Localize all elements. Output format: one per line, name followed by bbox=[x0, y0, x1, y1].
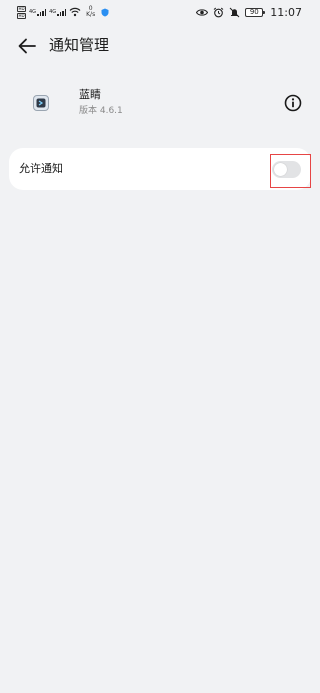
info-circle-icon bbox=[284, 94, 302, 112]
signal-bars-icon bbox=[57, 8, 67, 16]
alarm-icon bbox=[213, 7, 224, 17]
network-type: 4G bbox=[49, 8, 57, 15]
signal-group-1: 4G bbox=[29, 8, 47, 16]
status-bar-right: 90 11:07 bbox=[196, 4, 302, 20]
sim-card-icon: HD bbox=[17, 5, 26, 12]
arrow-left-icon bbox=[18, 38, 36, 54]
app-name: 蓝睛 bbox=[79, 88, 101, 101]
network-type: 4G bbox=[29, 8, 37, 15]
page-title: 通知管理 bbox=[49, 36, 110, 54]
back-button[interactable] bbox=[14, 33, 40, 59]
app-icon bbox=[33, 95, 49, 111]
status-bar-left: HD HD 4G 4G 0 K/s bbox=[17, 3, 109, 21]
status-time: 11:07 bbox=[270, 5, 302, 19]
signal-bars-icon bbox=[37, 8, 47, 16]
eye-icon bbox=[196, 8, 209, 16]
status-bar: HD HD 4G 4G 0 K/s 90 11:07 bbox=[0, 0, 320, 26]
network-speed: 0 K/s bbox=[86, 5, 96, 18]
sim-card-icon: HD bbox=[17, 12, 26, 19]
signal-group-2: 4G bbox=[49, 8, 67, 16]
allow-notifications-card: 允许通知 bbox=[9, 148, 311, 190]
app-info-button[interactable] bbox=[284, 94, 302, 112]
allow-notifications-toggle[interactable] bbox=[272, 161, 301, 178]
sim-cards: HD HD bbox=[17, 5, 26, 19]
shield-icon bbox=[101, 8, 109, 16]
battery-icon: 90 bbox=[245, 7, 266, 17]
mute-bell-icon bbox=[229, 7, 240, 17]
app-info: 蓝睛 版本 4.6.1 bbox=[0, 84, 320, 124]
app-version: 版本 4.6.1 bbox=[79, 106, 123, 116]
header: 通知管理 bbox=[0, 30, 320, 62]
allow-notifications-label: 允许通知 bbox=[19, 162, 63, 175]
toggle-knob bbox=[274, 163, 287, 176]
app-logo-icon bbox=[36, 98, 46, 108]
wifi-icon bbox=[69, 7, 81, 17]
